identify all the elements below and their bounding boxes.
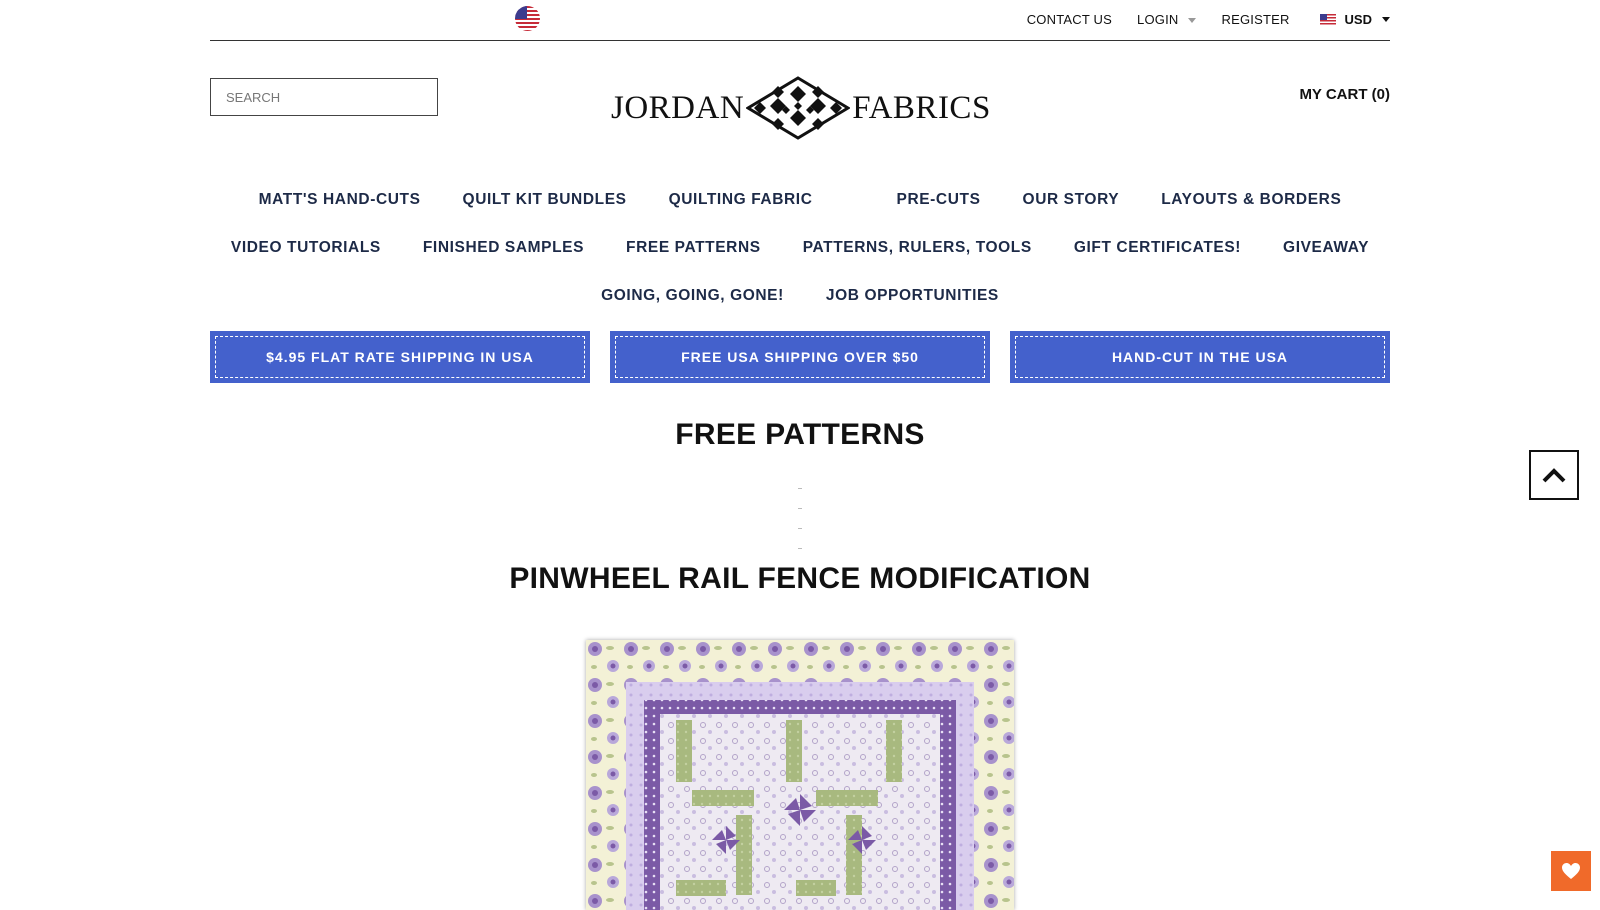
logo-text-left: JORDAN — [611, 89, 745, 126]
promo-label: FREE USA SHIPPING OVER $50 — [615, 336, 985, 378]
nav-item-pre-cuts[interactable]: PRE-CUTS — [897, 191, 981, 209]
nav-item-quilting-fabric[interactable]: QUILTING FABRIC — [669, 191, 813, 209]
heart-icon — [1562, 863, 1580, 879]
top-bar: CONTACT US LOGIN REGISTER USD — [210, 0, 1390, 41]
promo-banners: $4.95 FLAT RATE SHIPPING IN USA FREE USA… — [210, 331, 1390, 383]
nav-item-matts-hand-cuts[interactable]: MATT'S HAND-CUTS — [259, 191, 421, 209]
promo-banner[interactable]: $4.95 FLAT RATE SHIPPING IN USA — [210, 331, 590, 383]
promo-label: HAND-CUT IN THE USA — [1015, 336, 1385, 378]
cart-link[interactable]: MY CART (0) — [1299, 86, 1390, 103]
promo-label: $4.95 FLAT RATE SHIPPING IN USA — [215, 336, 585, 378]
nav-row: MATT'S HAND-CUTS QUILT KIT BUNDLES QUILT… — [210, 176, 1390, 224]
nav-item-our-story[interactable]: OUR STORY — [1023, 191, 1120, 209]
search-input[interactable] — [210, 78, 438, 116]
page-title: FREE PATTERNS — [675, 418, 925, 451]
promo-banner[interactable]: HAND-CUT IN THE USA — [1010, 331, 1390, 383]
nav-item-job-opportunities[interactable]: JOB OPPORTUNITIES — [826, 287, 999, 305]
chevron-down-icon — [1382, 16, 1390, 22]
contact-us-link[interactable]: CONTACT US — [1027, 12, 1112, 27]
logo[interactable]: JORDAN FABRICS — [611, 76, 991, 140]
chevron-up-icon — [1542, 468, 1566, 483]
currency-label: USD — [1344, 11, 1372, 27]
nav-item-free-patterns[interactable]: FREE PATTERNS — [626, 239, 761, 257]
wishlist-button[interactable] — [1551, 851, 1591, 891]
us-flag-icon — [1319, 13, 1336, 25]
us-flag-icon[interactable] — [515, 6, 540, 31]
quilt-pattern-image[interactable] — [586, 640, 1014, 910]
nav-row: VIDEO TUTORIALS FINISHED SAMPLES FREE PA… — [210, 224, 1390, 272]
nav-item-patterns-rulers-tools[interactable]: PATTERNS, RULERS, TOOLS — [803, 239, 1032, 257]
nav-row: GOING, GOING, GONE! JOB OPPORTUNITIES — [210, 272, 1390, 320]
nav-item-layouts-borders[interactable]: LAYOUTS & BORDERS — [1161, 191, 1341, 209]
register-link[interactable]: REGISTER — [1221, 12, 1289, 27]
currency-selector[interactable]: USD — [1319, 11, 1390, 27]
promo-banner[interactable]: FREE USA SHIPPING OVER $50 — [610, 331, 990, 383]
nav-item-video-tutorials[interactable]: VIDEO TUTORIALS — [231, 239, 381, 257]
back-to-top-button[interactable] — [1529, 450, 1579, 500]
nav-item-gift-certificates[interactable]: GIFT CERTIFICATES! — [1074, 239, 1241, 257]
login-label: LOGIN — [1137, 11, 1179, 27]
chevron-down-icon — [1188, 17, 1197, 23]
nav-item-quilt-kit-bundles[interactable]: QUILT KIT BUNDLES — [463, 191, 627, 209]
nav-item-giveaway[interactable]: GIVEAWAY — [1283, 239, 1369, 257]
main-navigation: MATT'S HAND-CUTS QUILT KIT BUNDLES QUILT… — [210, 176, 1390, 320]
quilt-logo-icon — [746, 76, 851, 140]
pattern-title: PINWHEEL RAIL FENCE MODIFICATION — [509, 562, 1091, 595]
nav-item-going-going-gone[interactable]: GOING, GOING, GONE! — [601, 287, 784, 305]
logo-text-right: FABRICS — [852, 89, 991, 126]
nav-item-finished-samples[interactable]: FINISHED SAMPLES — [423, 239, 584, 257]
divider-dots — [798, 488, 802, 568]
login-link[interactable]: LOGIN — [1137, 11, 1197, 27]
